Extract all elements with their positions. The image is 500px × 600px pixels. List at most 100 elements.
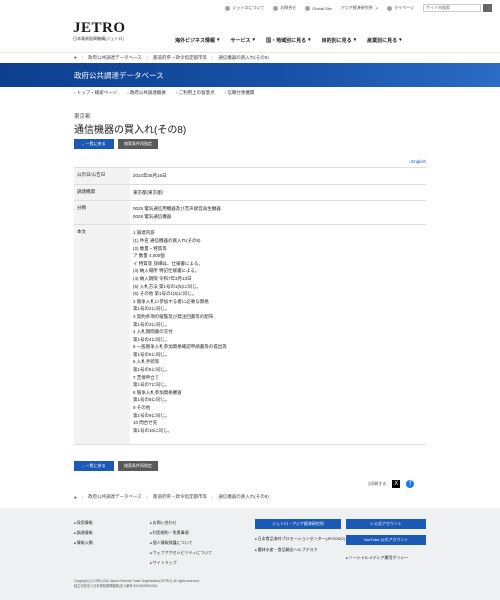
jfoodo-link[interactable]: 日本食品海外プロモーションセンター(JFOODO) <box>255 536 345 542</box>
footer-link[interactable]: 調達情報 <box>74 530 93 536</box>
jetro-logo[interactable]: JETRO 日本貿易振興機構(ジェトロ) <box>73 20 126 42</box>
value-line: 7 苦情申立て <box>133 374 160 380</box>
breadcrumb: ● / 政府公共調達データベース / 都道府県・政令指定都市等 / 通信機器の買… <box>0 52 500 62</box>
breadcrumb-item[interactable]: 政府公共調達データベース <box>88 494 142 500</box>
search-input[interactable]: サイト内検索 <box>423 4 481 12</box>
search-button[interactable] <box>483 4 492 12</box>
footer-link[interactable]: 利用規約・免責事項 <box>150 530 212 536</box>
subnav-agencies[interactable]: 信頼付善機関 <box>225 90 254 96</box>
value-line: 第1号の10に同じ。 <box>133 427 173 433</box>
value-line: 第1号の9に同じ。 <box>133 412 170 418</box>
breadcrumb-item[interactable]: 都道府県・政令指定都市等 <box>153 494 207 500</box>
gnav-country[interactable]: 国・地域別に見る <box>266 37 306 44</box>
global-link[interactable]: Global Site <box>305 5 332 11</box>
facebook-share-icon[interactable]: f <box>406 480 415 488</box>
breadcrumb-separator: / <box>146 494 149 500</box>
back-label: 一覧に戻る <box>85 141 106 146</box>
value-line: 0025 電気通信用機器及び音声録音再生機器 <box>133 206 221 212</box>
gnav-industry[interactable]: 産業別に見る <box>367 37 397 44</box>
value-line: 第1号の8に同じ。 <box>133 397 170 403</box>
footer-link[interactable]: 採用情報 <box>74 520 93 526</box>
value-line: 第1号の7に同じ。 <box>133 382 170 388</box>
about-link[interactable]: ジェトロについて <box>225 5 264 11</box>
row-label: 調達機関 <box>74 183 130 202</box>
breadcrumb-separator: / <box>212 55 214 60</box>
english-link[interactable]: › English <box>408 159 426 164</box>
value-line: イ 特質等 詳細は、仕様書による。 <box>133 260 203 266</box>
gnav-overseas[interactable]: 海外ビジネス情報 <box>175 37 215 44</box>
table-row: 本文 1 調達内容 (1) 件名 通信機器の買入れ(その8) (2) 数量・特質等ア … <box>74 224 426 446</box>
footer-link[interactable]: 情報公開 <box>74 540 93 546</box>
footer-link[interactable]: サイトマップ <box>150 560 212 566</box>
helpdesk-link[interactable]: 農林水産・食品輸出ヘルプデスク <box>255 547 318 553</box>
utility-bar: ジェトロについて お問合せ Global Site アジア経済研究所 ↗ マイペー… <box>0 0 500 16</box>
breadcrumb-current: 通信機器の買入れ(その8) <box>218 54 269 60</box>
footer-link[interactable]: 個人情報保護について <box>150 540 212 546</box>
youtube-account-button[interactable]: YouTube 公式アカウント <box>346 535 426 545</box>
library-link[interactable]: アジア経済研究所 ↗ <box>341 5 378 11</box>
value-line: 第1号の3に同じ。 <box>133 321 170 327</box>
banner-title: 政府公共調達データベース <box>74 71 164 80</box>
value-line: (1) 件名 通信機器の買入れ(その8) <box>133 237 201 243</box>
breadcrumb-separator: / <box>146 55 149 60</box>
value-line: 8 競争入札参加資格審査 <box>133 389 182 395</box>
value-line: 1 調達内容 <box>133 230 155 236</box>
gnav-purpose[interactable]: 目的別に見る <box>322 37 352 44</box>
value-line: 10 問合せ先 <box>133 420 158 426</box>
x-share-icon[interactable]: X <box>392 480 401 488</box>
footer-link[interactable]: お問い合わせ <box>150 520 212 526</box>
sub-nav: トップ・検索ページ 政府公共調達概要 ご利用上の留意点 信頼付善機関 <box>74 90 255 96</box>
footer-col-1: 採用情報 調達情報 情報公開 <box>74 520 93 550</box>
about-label: ジェトロについて <box>232 5 265 10</box>
subnav-top[interactable]: トップ・検索ページ <box>74 90 117 96</box>
globe-icon <box>305 5 311 11</box>
home-icon[interactable]: ● <box>74 495 77 500</box>
row-label: 本文 <box>74 224 130 446</box>
table-row: 調達機関 東京都(東京都) <box>74 183 426 202</box>
prefecture-label: 東京都 <box>74 114 91 120</box>
breadcrumb-item[interactable]: 都道府県・政令指定都市等 <box>153 55 207 61</box>
share-bar: ▯印刷する X f <box>368 480 415 488</box>
social-policy-link[interactable]: ソーシャルメディア運用ポリシー <box>346 555 409 561</box>
ide-button[interactable]: ジェトロ・アジア経済研究所 <box>255 519 341 529</box>
table-row: 公示日/公告日 2024年05月15日 <box>74 167 426 185</box>
section-banner: 政府公共調達データベース <box>0 63 500 87</box>
back-to-list-button[interactable]: ‹ 一覧に戻る <box>74 139 114 149</box>
mypage-link[interactable]: マイページ <box>387 5 414 11</box>
breadcrumb-item[interactable]: 政府公共調達データベース <box>88 55 142 61</box>
row-value: 東京都(東京都) <box>130 183 426 202</box>
library-label: アジア経済研究所 <box>340 5 373 10</box>
value-line: 第1号の6に同じ。 <box>133 367 170 373</box>
subnav-notes[interactable]: ご利用上の留意点 <box>176 90 215 96</box>
value-line: 第1号の2に同じ。 <box>133 306 170 312</box>
footer-link[interactable]: ウェブアクセシビリティについて <box>150 550 212 556</box>
value-line: (3) 納入場所 特記仕様書による。 <box>133 268 200 274</box>
re-search-button[interactable]: 検索条件再指定 <box>118 139 158 149</box>
value-line: 3 契約条項の縦覧及び発注回書等の配布 <box>133 313 214 319</box>
row-label: 分類 <box>74 200 130 226</box>
row-value: 0025 電気通信用機器及び音声録音再生機器 0028 電気通信機器 <box>130 200 426 226</box>
gnav-services[interactable]: サービス <box>231 37 251 44</box>
row-value: 1 調達内容 (1) 件名 通信機器の買入れ(その8) (2) 数量・特質等ア 数量… <box>130 224 426 446</box>
chevron-down-icon: ▾ <box>217 37 220 43</box>
home-icon[interactable]: ● <box>74 55 77 60</box>
value-line: 4 入札期間書の交付 <box>133 329 173 335</box>
subnav-overview[interactable]: 政府公共調達概要 <box>127 90 166 96</box>
contact-link[interactable]: お問合せ <box>273 5 296 11</box>
value-line: 2024年05月15日 <box>133 173 167 178</box>
breadcrumb-separator: / <box>81 55 83 60</box>
copyright-corp: 独立行政法人日本貿易振興機構(法人番号 6010405003434) <box>74 583 158 588</box>
re-search-button[interactable]: 検索条件再指定 <box>118 461 158 471</box>
value-line: 9 その他 <box>133 405 151 411</box>
breadcrumb-separator: / <box>212 494 214 500</box>
print-link[interactable]: ▯印刷する <box>368 481 386 487</box>
value-line: 第1号の5に同じ。 <box>133 351 170 357</box>
value-line: ア 数量 4,000個 <box>133 253 165 259</box>
english-label: English <box>411 159 426 164</box>
x-account-button[interactable]: X 公式アカウント <box>346 519 426 529</box>
copyright: Copyright (C) 1995-2024 Japan External T… <box>74 579 200 588</box>
chevron-left-icon: ‹ <box>82 141 84 147</box>
back-to-list-button[interactable]: ‹ 一覧に戻る <box>74 461 114 471</box>
value-line: (6) その他 第1号の1(6)に同じ。 <box>133 291 197 297</box>
chevron-down-icon: ▾ <box>399 37 402 43</box>
